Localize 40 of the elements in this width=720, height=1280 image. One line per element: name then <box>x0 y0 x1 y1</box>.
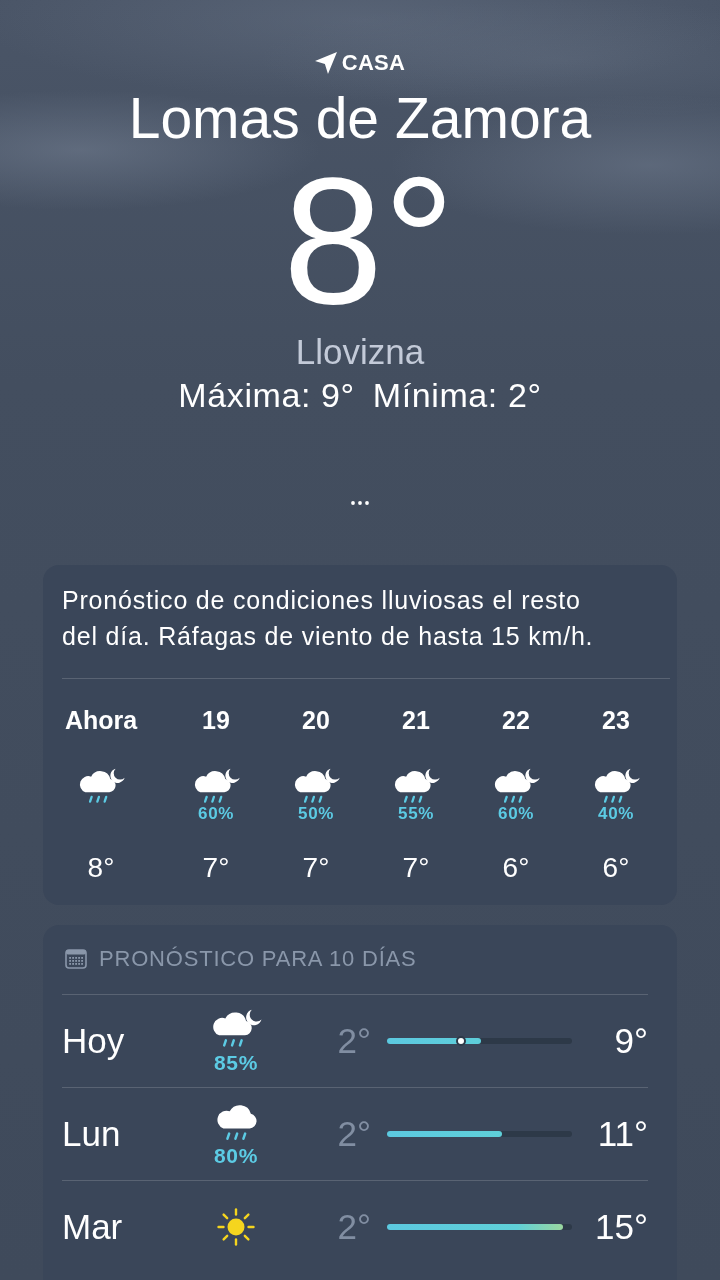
precipitation-chance: 55% <box>398 804 434 824</box>
precipitation-chance: 60% <box>198 804 234 824</box>
hour-label: 23 <box>602 706 630 734</box>
location-label: CASA <box>341 50 406 76</box>
day-label: Mar <box>62 1207 123 1247</box>
hour-label: 20 <box>302 706 330 734</box>
hour-temperature: 7° <box>302 853 330 883</box>
low-temperature: 2° <box>337 1021 371 1061</box>
hour-temperature: 8° <box>87 853 115 883</box>
high-temperature: 15° <box>595 1207 648 1247</box>
low-temperature: 2° <box>337 1114 371 1154</box>
hour-label: 21 <box>402 706 430 734</box>
precipitation-chance: 80% <box>214 1143 258 1168</box>
ellipsis-icon <box>351 501 369 505</box>
high-temperature: 11° <box>597 1114 648 1154</box>
sun-icon <box>216 1207 256 1247</box>
high-temperature: Máxima: 9° <box>178 375 355 415</box>
forecast-summary: Pronóstico de condiciones lluviosas el resto del día. Ráfagas de viento de hasta 15 km/h. <box>62 585 595 652</box>
high-temperature: 9° <box>614 1021 648 1061</box>
hour-temperature: 6° <box>502 853 530 883</box>
hour-temperature: 6° <box>602 853 630 883</box>
city-name: Lomas de Zamora <box>128 86 592 150</box>
low-temperature: Mínima: 2° <box>372 375 542 415</box>
hour-label: 22 <box>502 706 530 734</box>
calendar-icon <box>65 949 87 969</box>
condition-label: Llovizna <box>295 332 425 372</box>
precipitation-chance: 85% <box>214 1050 258 1075</box>
hour-label: Ahora <box>64 706 138 734</box>
precipitation-chance: 60% <box>498 804 534 824</box>
day-label: Lun <box>62 1114 121 1154</box>
hour-temperature: 7° <box>402 853 430 883</box>
precipitation-chance: 40% <box>598 804 634 824</box>
section-title: PRONÓSTICO PARA 10 DÍAS <box>99 946 417 972</box>
day-label: Hoy <box>62 1021 125 1061</box>
hour-temperature: 7° <box>202 853 230 883</box>
precipitation-chance: 50% <box>298 804 334 824</box>
location-arrow-icon <box>314 52 337 74</box>
hour-label: 19 <box>202 706 230 734</box>
current-temperature: 8° <box>282 151 456 331</box>
low-temperature: 2° <box>337 1207 371 1247</box>
